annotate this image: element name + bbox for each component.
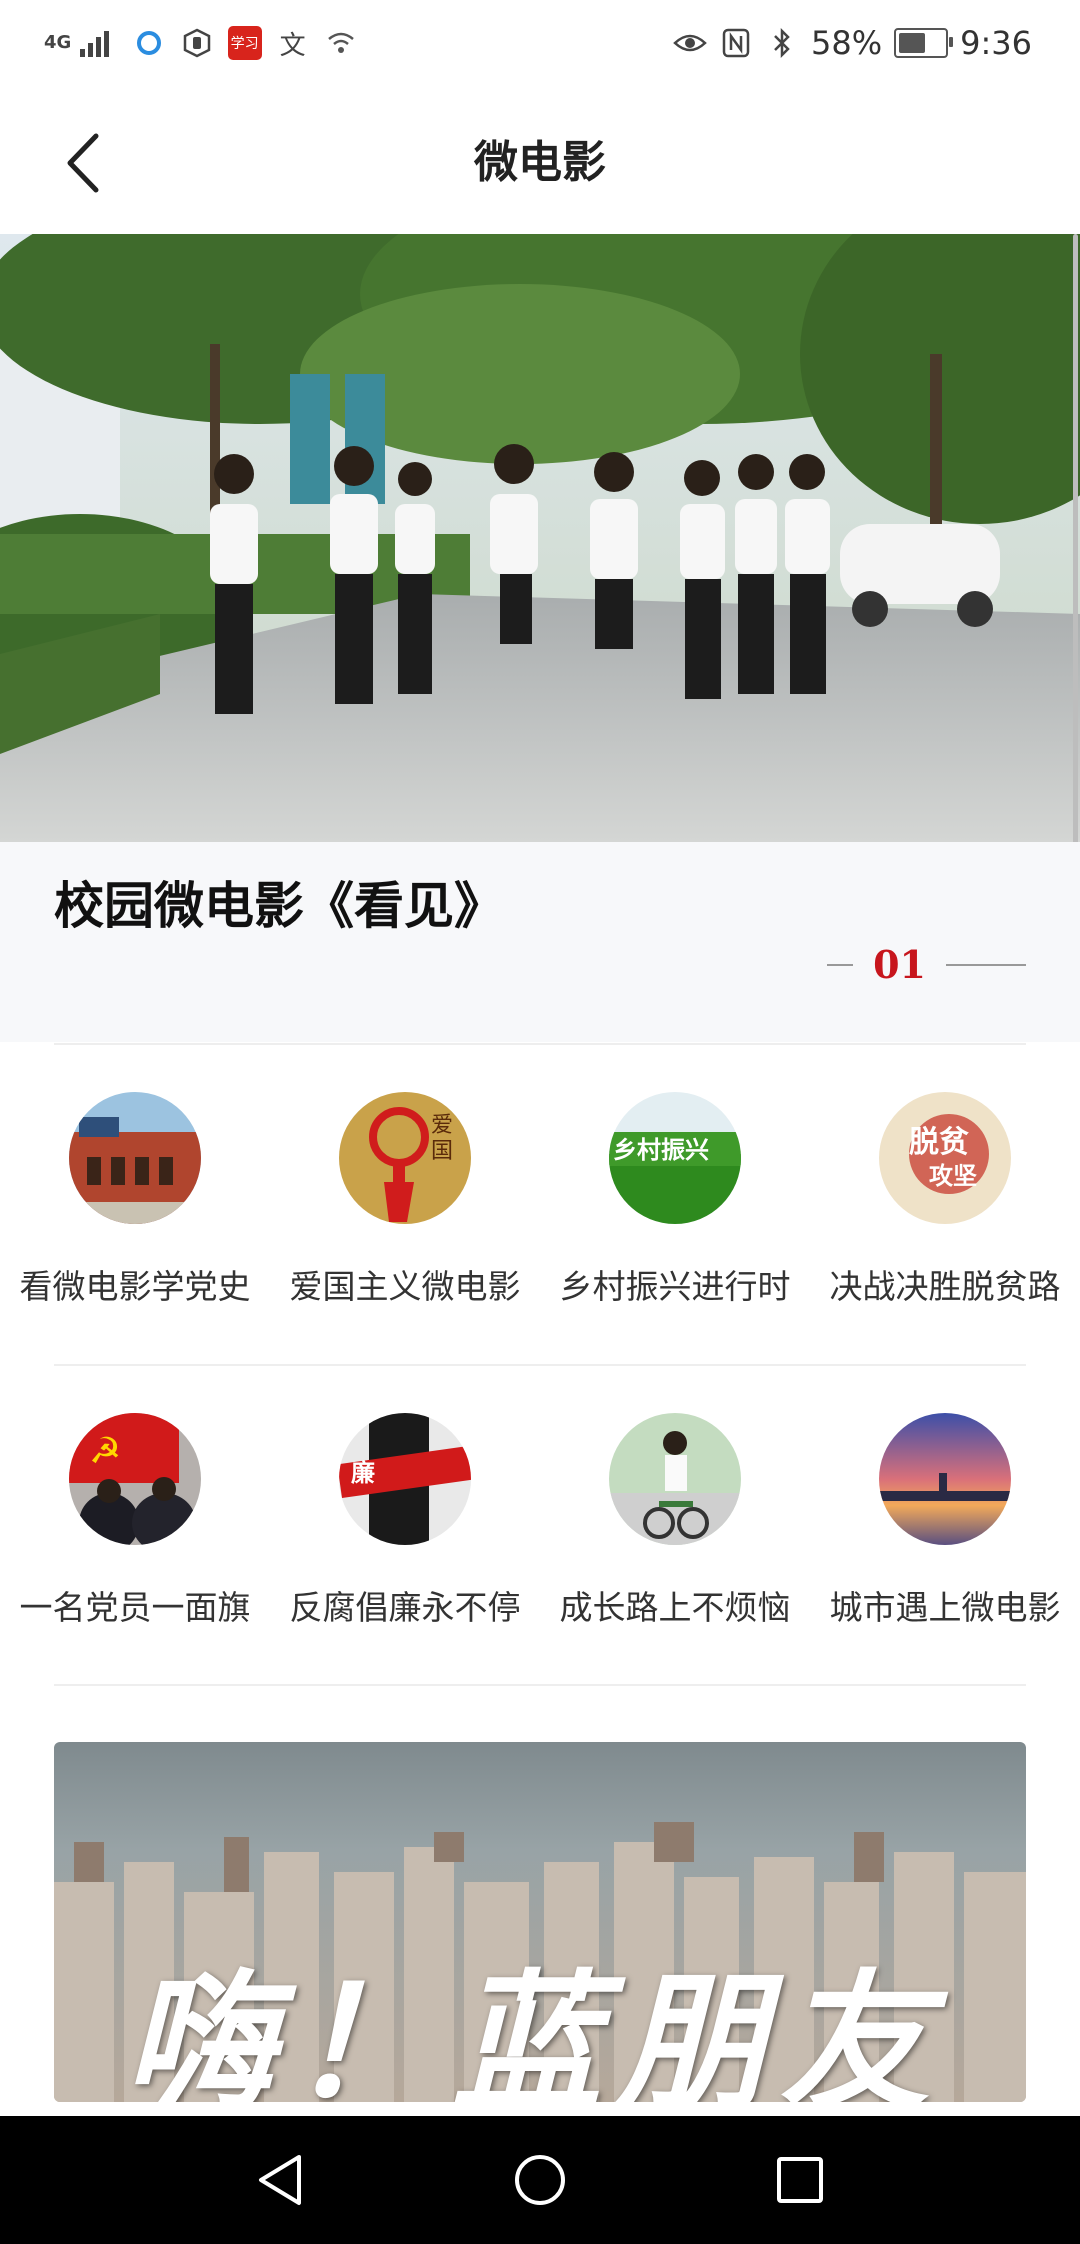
- category-growing-up[interactable]: 成长路上不烦恼: [540, 1413, 810, 1629]
- svg-text:廉: 廉: [351, 1459, 375, 1487]
- girl-bicycle-icon: [609, 1413, 741, 1545]
- category-poverty-alleviation[interactable]: 脱贫 攻坚 决战决胜脱贫路: [810, 1092, 1080, 1308]
- nfc-icon: [719, 26, 753, 60]
- clock: 9:36: [960, 24, 1032, 62]
- bluetooth-icon: [765, 26, 799, 60]
- category-patriotism[interactable]: 爱国 爱国主义微电影: [270, 1092, 540, 1308]
- divider: [54, 1364, 1026, 1366]
- category-label: 成长路上不烦恼: [559, 1588, 791, 1627]
- divider: [54, 1043, 1026, 1045]
- party-flag-icon: ☭: [69, 1413, 201, 1545]
- square-recents-icon: [777, 2157, 823, 2203]
- divider: [54, 1684, 1026, 1686]
- battery-icon: [894, 28, 954, 58]
- banner-indicator: 01: [827, 942, 1026, 987]
- red-brick-building-icon: [69, 1092, 201, 1224]
- scrollbar[interactable]: [1073, 234, 1078, 854]
- category-label: 一名党员一面旗: [19, 1588, 251, 1627]
- category-row-1: 看微电影学党史 爱国 爱国主义微电影 乡村振兴 乡村振兴进行时 脱贫 攻坚 决战决…: [0, 1092, 1080, 1308]
- category-label: 城市遇上微电影: [829, 1588, 1061, 1627]
- promo-title: 嗨！蓝朋友: [124, 1955, 945, 2102]
- category-anti-corruption[interactable]: 廉 反腐倡廉永不停: [270, 1413, 540, 1629]
- wifi-icon: [324, 26, 358, 60]
- category-rural-revitalization[interactable]: 乡村振兴 乡村振兴进行时: [540, 1092, 810, 1308]
- status-bar: 4G 学习 文 58% 9:36: [0, 0, 1080, 86]
- eye-icon: [673, 26, 707, 60]
- app-header: 微电影: [0, 86, 1080, 234]
- nav-back-button[interactable]: [250, 2150, 310, 2210]
- promo-card[interactable]: 嗨！蓝朋友: [54, 1742, 1026, 2102]
- study-app-icon: 学习: [227, 26, 262, 60]
- svg-text:攻坚: 攻坚: [929, 1161, 977, 1190]
- category-label: 决战决胜脱贫路: [829, 1267, 1061, 1306]
- poverty-calligraphy-icon: 脱贫 攻坚: [879, 1092, 1011, 1224]
- circle-home-icon: [515, 2155, 565, 2205]
- category-label: 看微电影学党史: [19, 1267, 251, 1306]
- category-label: 反腐倡廉永不停: [289, 1588, 521, 1627]
- network-signal-icon: 4G: [44, 29, 118, 57]
- svg-text:乡村振兴: 乡村振兴: [613, 1136, 709, 1164]
- green-field-icon: 乡村振兴: [609, 1092, 741, 1224]
- translate-icon: 文: [279, 30, 306, 61]
- nav-recents-button[interactable]: [770, 2150, 830, 2210]
- hand-icon: [180, 26, 214, 60]
- category-party-history[interactable]: 看微电影学党史: [0, 1092, 270, 1308]
- category-city-film[interactable]: 城市遇上微电影: [810, 1413, 1080, 1629]
- chinese-knot-icon: 爱国: [339, 1092, 471, 1224]
- category-label: 乡村振兴进行时: [559, 1267, 791, 1306]
- anti-corruption-icon: 廉: [339, 1413, 471, 1545]
- city-sunset-icon: [879, 1413, 1011, 1545]
- triangle-back-icon: [259, 2155, 301, 2205]
- featured-banner-image[interactable]: [0, 234, 1080, 842]
- nav-home-button[interactable]: [510, 2150, 570, 2210]
- battery-percent: 58%: [811, 24, 883, 62]
- svg-text:国: 国: [431, 1139, 453, 1164]
- category-party-member[interactable]: ☭ 一名党员一面旗: [0, 1413, 270, 1629]
- system-nav-bar: [0, 2116, 1080, 2244]
- page-title: 微电影: [474, 137, 606, 188]
- category-label: 爱国主义微电影: [289, 1267, 521, 1306]
- svg-text:☭: ☭: [89, 1431, 121, 1472]
- svg-text:脱贫: 脱贫: [909, 1125, 969, 1160]
- banner-title: 校园微电影《看见》: [54, 876, 504, 935]
- banner-index: 01: [873, 942, 926, 987]
- category-row-2: ☭ 一名党员一面旗 廉 反腐倡廉永不停 成长路上不烦恼 城市遇上微电影: [0, 1413, 1080, 1629]
- banner-caption: 校园微电影《看见》 01: [0, 842, 1080, 1042]
- browser-icon: [132, 26, 166, 60]
- svg-text:爱: 爱: [431, 1113, 453, 1138]
